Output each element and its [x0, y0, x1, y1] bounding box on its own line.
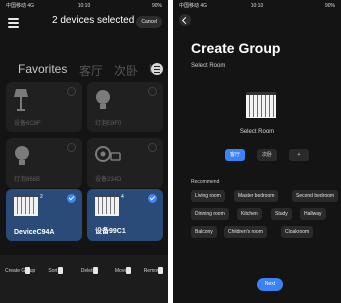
- create-group-screen: 中国移动 4G 10:10 90% Create Group Select Ro…: [173, 0, 341, 303]
- device-card[interactable]: 灯泡868B: [6, 138, 82, 188]
- device-name: 设备6C8F: [14, 121, 41, 127]
- header: 2 devices selected Cancel: [0, 14, 168, 32]
- chip-master-bedroom[interactable]: Master bedroom: [234, 190, 279, 202]
- tab-favorites[interactable]: Favorites: [18, 62, 67, 76]
- back-button[interactable]: [179, 14, 191, 26]
- device-name: 灯泡E8F0: [95, 121, 122, 127]
- move-button[interactable]: Move: [106, 263, 136, 274]
- chip-balcony[interactable]: Balcony: [191, 226, 217, 238]
- lamp-icon: [14, 89, 28, 111]
- device-name: 灯泡868B: [14, 177, 41, 183]
- chip-dinning-room[interactable]: Dinning room: [191, 208, 229, 220]
- status-bar: 中国移动 4G 10:10 90%: [173, 0, 341, 11]
- room-selector: 客厅 次卧 +: [173, 149, 341, 161]
- status-time: 10:10: [77, 2, 91, 9]
- add-room-button[interactable]: +: [289, 149, 309, 161]
- device-card[interactable]: 设备6C8F: [6, 82, 82, 132]
- sort-button[interactable]: Sort: [38, 263, 68, 274]
- device-card-selected[interactable]: 2 DeviceC94A: [6, 189, 82, 241]
- chip-living-room[interactable]: Living room: [191, 190, 225, 202]
- device-select-screen: 中国移动 4G 10:10 90% 2 devices selected Can…: [0, 0, 168, 303]
- room-button-living-room[interactable]: 客厅: [225, 149, 245, 161]
- chip-cloakroom[interactable]: Cloakroom: [281, 226, 314, 238]
- sort-label: Sort: [48, 268, 58, 274]
- next-button[interactable]: Next: [257, 278, 283, 291]
- select-room-label: Select Room: [239, 129, 275, 135]
- create-group-button[interactable]: Create Group: [5, 263, 35, 274]
- select-circle[interactable]: [67, 143, 76, 152]
- bulb-icon: [96, 90, 110, 109]
- status-time: 10:10: [250, 2, 264, 9]
- remove-label: Remove: [143, 268, 163, 274]
- select-circle[interactable]: [148, 87, 157, 96]
- device-card-selected[interactable]: 4 设备99C1: [87, 189, 163, 241]
- chip-kitchen[interactable]: Kitchen: [237, 208, 262, 220]
- curtain-icon: [95, 195, 119, 216]
- status-bar: 中国移动 4G 10:10 90%: [0, 0, 168, 11]
- delete-label: Delete: [80, 268, 96, 274]
- menu-icon[interactable]: [8, 17, 19, 28]
- remove-button[interactable]: Remove: [138, 263, 168, 274]
- device-count: 4: [121, 194, 124, 200]
- cancel-button[interactable]: Cancel: [136, 16, 162, 28]
- recommend-label: Recommend: [191, 179, 220, 185]
- tab-list-icon[interactable]: [151, 63, 163, 75]
- page-subtitle: Select Room: [191, 63, 226, 69]
- curtain-icon: [246, 92, 276, 118]
- chip-hallway[interactable]: Hallway: [300, 208, 326, 220]
- tab-second-bedroom[interactable]: 次卧: [114, 62, 138, 79]
- device-name: DeviceC94A: [14, 229, 55, 236]
- device-card[interactable]: 灯泡E8F0: [87, 82, 163, 132]
- chip-study[interactable]: Study: [271, 208, 292, 220]
- bulb-icon: [15, 146, 29, 165]
- bottom-toolbar: Create Group Sort Delete Move Remove: [0, 255, 168, 303]
- select-circle[interactable]: [67, 87, 76, 96]
- curtain-icon: [14, 195, 38, 216]
- create-group-label: Create Group: [5, 268, 36, 274]
- select-circle[interactable]: [148, 143, 157, 152]
- camera-icon: [95, 146, 121, 162]
- device-count: 2: [40, 194, 43, 200]
- page-title: 2 devices selected: [52, 15, 135, 26]
- device-card[interactable]: 设备234D: [87, 138, 163, 188]
- chip-childrens-room[interactable]: Children's room: [224, 226, 267, 238]
- device-name: 设备234D: [95, 177, 122, 183]
- chip-second-bedroom[interactable]: Second bedroom: [292, 190, 339, 202]
- check-icon[interactable]: [67, 194, 76, 203]
- page-title: Create Group: [191, 40, 281, 56]
- check-icon[interactable]: [148, 194, 157, 203]
- move-label: Move: [114, 268, 128, 274]
- delete-button[interactable]: Delete: [73, 263, 103, 274]
- room-button-second-bedroom[interactable]: 次卧: [257, 149, 277, 161]
- tab-living-room[interactable]: 客厅: [79, 62, 103, 79]
- device-name: 设备99C1: [95, 228, 126, 235]
- room-tabs: Favorites 客厅 次卧 U: [0, 62, 168, 78]
